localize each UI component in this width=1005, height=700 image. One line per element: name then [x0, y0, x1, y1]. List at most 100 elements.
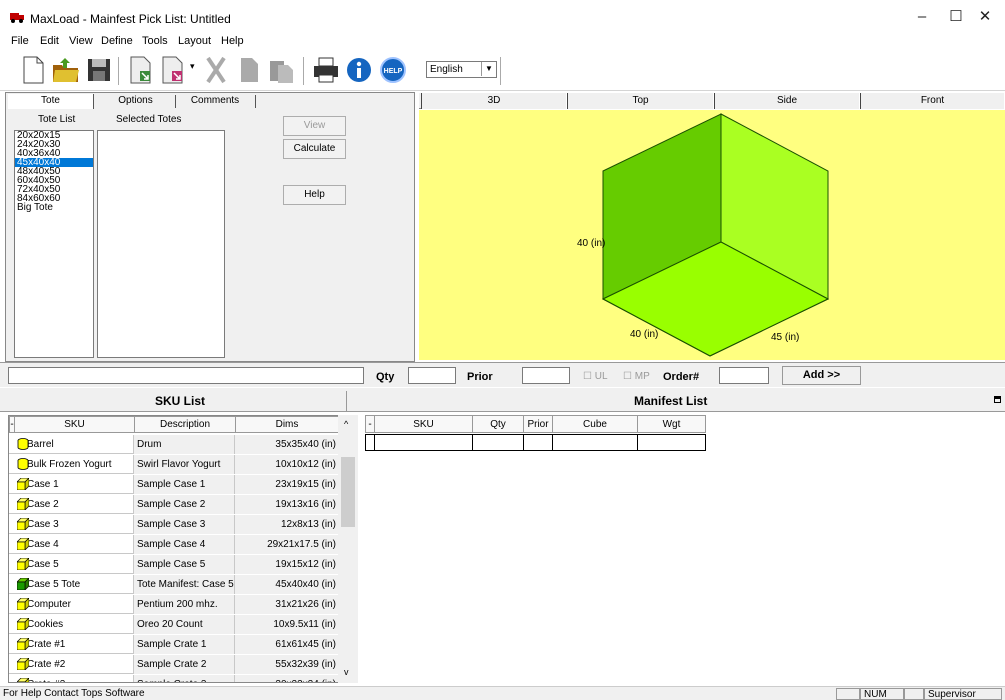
cut-icon[interactable]: [201, 55, 231, 85]
table-row[interactable]: Crate #1 Sample Crate 1 61x61x45 (in): [9, 635, 339, 654]
scrollbar-thumb[interactable]: [341, 457, 355, 527]
chevron-down-icon[interactable]: ▼: [481, 62, 496, 76]
sku-cell[interactable]: Barrel: [14, 435, 134, 454]
tab-side[interactable]: Side: [714, 93, 860, 109]
manifest-grid[interactable]: - SKU Qty Prior Cube Wgt: [365, 415, 1001, 685]
dropdown-arrow-icon[interactable]: ▾: [190, 61, 195, 72]
tab-3d[interactable]: 3D: [421, 93, 567, 109]
dims-cell[interactable]: 19x15x12 (in): [235, 555, 339, 574]
table-row[interactable]: Case 5 Tote Tote Manifest: Case 5 45x40x40…: [9, 575, 339, 594]
export-icon[interactable]: [157, 55, 187, 85]
description-cell[interactable]: Swirl Flavor Yogurt: [134, 455, 235, 474]
import-icon[interactable]: [125, 55, 155, 85]
help-button[interactable]: Help: [283, 185, 346, 205]
description-cell[interactable]: Sample Case 4: [134, 535, 235, 554]
sku-cell[interactable]: Cookies: [14, 615, 134, 634]
description-cell[interactable]: Sample Crate 2: [134, 655, 235, 674]
view-button[interactable]: View: [283, 116, 346, 136]
calculate-button[interactable]: Calculate: [283, 139, 346, 159]
description-cell[interactable]: Oreo 20 Count: [134, 615, 235, 634]
sku-cell[interactable]: Case 1: [14, 475, 134, 494]
description-cell[interactable]: Sample Crate 3: [134, 675, 235, 682]
manifest-cube-header[interactable]: Cube: [553, 415, 638, 433]
description-cell[interactable]: Pentium 200 mhz.: [134, 595, 235, 614]
sku-cell[interactable]: Case 4: [14, 535, 134, 554]
description-cell[interactable]: Sample Case 2: [134, 495, 235, 514]
sku-cell[interactable]: Crate #2: [14, 655, 134, 674]
sku-cell[interactable]: Computer: [14, 595, 134, 614]
description-cell[interactable]: Sample Case 1: [134, 475, 235, 494]
description-column-header[interactable]: Description: [135, 416, 236, 433]
description-cell[interactable]: Tote Manifest: Case 5: [134, 575, 235, 594]
tote-listbox[interactable]: 20x20x15 24x20x30 40x36x40 45x40x40 48x4…: [14, 130, 94, 358]
close-button[interactable]: ✕: [965, 6, 1005, 28]
menu-layout[interactable]: Layout: [178, 35, 211, 47]
sku-cell[interactable]: Case 5 Tote: [14, 575, 134, 594]
tab-options[interactable]: Options: [98, 94, 173, 109]
save-icon[interactable]: [84, 55, 114, 85]
dims-cell[interactable]: 12x8x13 (in): [235, 515, 339, 534]
menu-help[interactable]: Help: [221, 35, 244, 47]
scroll-down-icon[interactable]: v: [344, 667, 349, 677]
sku-cell[interactable]: Crate #1: [14, 635, 134, 654]
info-icon[interactable]: [344, 55, 374, 85]
manifest-cell[interactable]: [375, 434, 473, 451]
paste-icon[interactable]: [266, 55, 296, 85]
dims-cell[interactable]: 19x13x16 (in): [235, 495, 339, 514]
dims-cell[interactable]: 55x32x39 (in): [235, 655, 339, 674]
manifest-cell[interactable]: [638, 434, 706, 451]
menu-define[interactable]: Define: [101, 35, 133, 47]
menu-file[interactable]: File: [11, 35, 29, 47]
mp-checkbox[interactable]: ☐ MP: [623, 371, 650, 382]
dims-cell[interactable]: 23x19x15 (in): [235, 475, 339, 494]
manifest-prior-header[interactable]: Prior: [524, 415, 553, 433]
description-cell[interactable]: Drum: [134, 435, 235, 454]
prior-input[interactable]: [522, 367, 570, 384]
manifest-cell[interactable]: [365, 434, 375, 451]
dims-cell[interactable]: 35x35x40 (in): [235, 435, 339, 454]
open-folder-icon[interactable]: [51, 55, 81, 85]
table-row[interactable]: Bulk Frozen Yogurt Swirl Flavor Yogurt 10x…: [9, 455, 339, 474]
table-row[interactable]: Case 4 Sample Case 4 29x21x17.5 (in): [9, 535, 339, 554]
manifest-wgt-header[interactable]: Wgt: [638, 415, 706, 433]
sku-cell[interactable]: Case 5: [14, 555, 134, 574]
ul-checkbox[interactable]: ☐ UL: [583, 371, 608, 382]
description-cell[interactable]: Sample Case 3: [134, 515, 235, 534]
dims-cell[interactable]: 61x61x45 (in): [235, 635, 339, 654]
sku-cell[interactable]: Crate #3: [14, 675, 134, 682]
qty-input[interactable]: [408, 367, 456, 384]
tab-top[interactable]: Top: [567, 93, 714, 109]
tab-tote[interactable]: Tote: [8, 94, 94, 109]
sku-cell[interactable]: Bulk Frozen Yogurt: [14, 455, 134, 474]
description-cell[interactable]: Sample Case 5: [134, 555, 235, 574]
manifest-cell[interactable]: [473, 434, 524, 451]
manifest-cell[interactable]: [553, 434, 638, 451]
order-input[interactable]: [719, 367, 769, 384]
table-row[interactable]: Case 3 Sample Case 3 12x8x13 (in): [9, 515, 339, 534]
print-icon[interactable]: [311, 55, 341, 85]
sku-column-header[interactable]: SKU: [15, 416, 135, 433]
dims-cell[interactable]: 31x21x26 (in): [235, 595, 339, 614]
add-button[interactable]: Add >>: [782, 366, 861, 385]
tote-3d-viewport[interactable]: 40 (in) 40 (in) 45 (in): [419, 110, 1005, 360]
tab-front[interactable]: Front: [860, 93, 1005, 109]
manifest-qty-header[interactable]: Qty: [473, 415, 524, 433]
restore-pane-icon[interactable]: [994, 396, 1001, 403]
menu-view[interactable]: View: [69, 35, 93, 47]
table-row[interactable]: Barrel Drum 35x35x40 (in): [9, 435, 339, 454]
manifest-sku-header[interactable]: SKU: [375, 415, 473, 433]
help-icon[interactable]: HELP: [378, 55, 408, 85]
menu-edit[interactable]: Edit: [40, 35, 59, 47]
dims-cell[interactable]: 10x9.5x11 (in): [235, 615, 339, 634]
table-row[interactable]: Case 1 Sample Case 1 23x19x15 (in): [9, 475, 339, 494]
table-row[interactable]: Case 2 Sample Case 2 19x13x16 (in): [9, 495, 339, 514]
table-row[interactable]: Crate #2 Sample Crate 2 55x32x39 (in): [9, 655, 339, 674]
menu-tools[interactable]: Tools: [142, 35, 168, 47]
new-file-icon[interactable]: [18, 55, 48, 85]
manifest-cell[interactable]: [524, 434, 553, 451]
selected-totes-listbox[interactable]: [97, 130, 225, 358]
dims-cell[interactable]: 10x10x12 (in): [235, 455, 339, 474]
tab-comments[interactable]: Comments: [177, 94, 253, 109]
table-row[interactable]: Cookies Oreo 20 Count 10x9.5x11 (in): [9, 615, 339, 634]
sku-entry-input[interactable]: [8, 367, 364, 384]
